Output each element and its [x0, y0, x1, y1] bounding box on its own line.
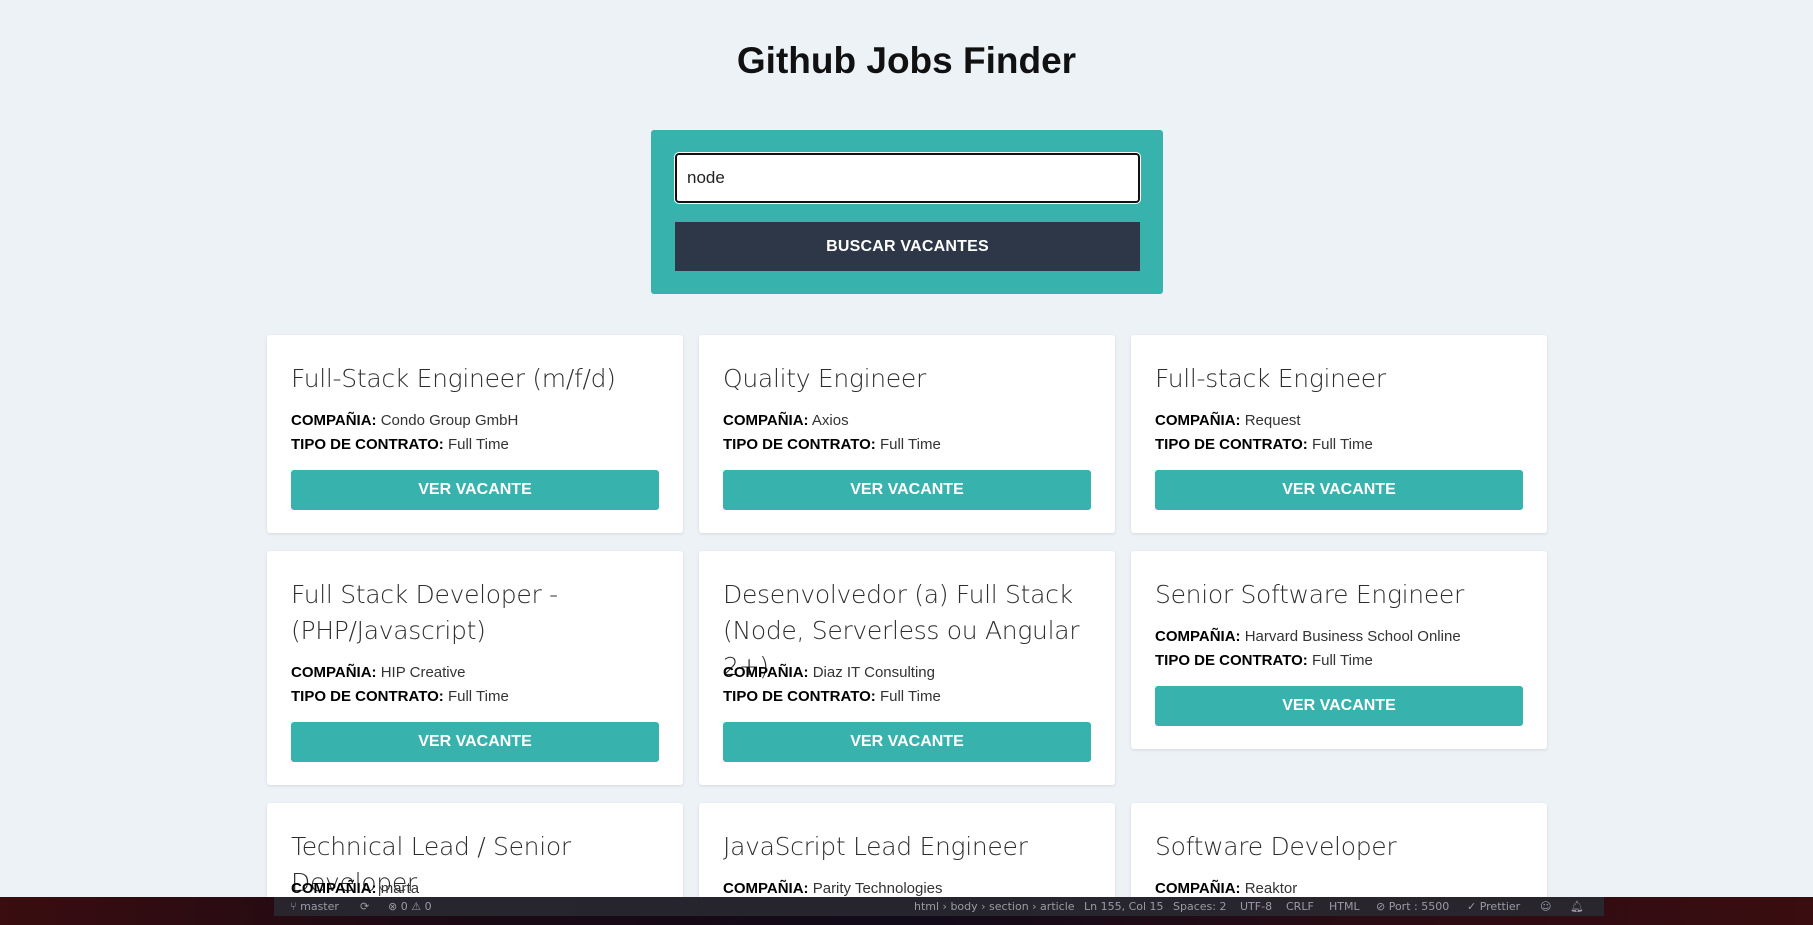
- view-job-button[interactable]: VER VACANTE: [291, 470, 659, 510]
- page: Github Jobs Finder BUSCAR VACANTES Full-…: [0, 0, 1813, 925]
- job-title: Full-stack Engineer: [1155, 364, 1386, 393]
- encoding[interactable]: UTF-8: [1240, 897, 1272, 916]
- job-title: Full Stack Developer - (PHP/Javascript): [291, 580, 558, 645]
- view-job-button[interactable]: VER VACANTE: [723, 722, 1091, 762]
- language-mode[interactable]: HTML: [1329, 897, 1360, 916]
- git-branch[interactable]: ⑂ master: [290, 897, 339, 916]
- view-job-button[interactable]: VER VACANTE: [291, 722, 659, 762]
- page-title: Github Jobs Finder: [736, 40, 1077, 81]
- job-company: COMPAÑIA: Axios: [723, 412, 849, 429]
- branch-icon: ⑂: [290, 900, 297, 913]
- status-bar-items: ⑂ master ⟳ ⊗ 0 ⚠ 0 html › body › section…: [274, 897, 1604, 916]
- bell-icon[interactable]: 🔔︎: [1570, 897, 1584, 916]
- job-contract: TIPO DE CONTRATO: Full Time: [1155, 652, 1373, 669]
- job-contract: TIPO DE CONTRATO: Full Time: [723, 436, 941, 453]
- live-server-port[interactable]: ⊘ Port : 5500: [1376, 897, 1449, 916]
- status-bar: ⑂ master ⟳ ⊗ 0 ⚠ 0 html › body › section…: [0, 897, 1813, 925]
- job-card: Full Stack Developer - (PHP/Javascript) …: [267, 551, 683, 785]
- job-title: Quality Engineer: [723, 364, 926, 393]
- job-title: JavaScript Lead Engineer: [723, 832, 1028, 861]
- sync-icon[interactable]: ⟳: [360, 897, 369, 916]
- job-title: Software Developer: [1155, 832, 1397, 861]
- job-company: COMPAÑIA: Harvard Business School Online: [1155, 628, 1461, 645]
- job-company: COMPAÑIA: Diaz IT Consulting: [723, 664, 935, 681]
- search-button[interactable]: BUSCAR VACANTES: [675, 222, 1140, 271]
- job-title: Senior Software Engineer: [1155, 580, 1464, 609]
- indentation[interactable]: Spaces: 2: [1173, 897, 1226, 916]
- job-card: Full-stack Engineer COMPAÑIA: Request TI…: [1131, 335, 1547, 533]
- job-contract: TIPO DE CONTRATO: Full Time: [291, 436, 509, 453]
- line-ending[interactable]: CRLF: [1286, 897, 1314, 916]
- cursor-position[interactable]: Ln 155, Col 15: [1084, 897, 1164, 916]
- job-contract: TIPO DE CONTRATO: Full Time: [723, 688, 941, 705]
- job-card: Full-Stack Engineer (m/f/d) COMPAÑIA: Co…: [267, 335, 683, 533]
- feedback-icon[interactable]: ☺: [1540, 897, 1551, 916]
- search-input[interactable]: [674, 152, 1141, 204]
- breadcrumb[interactable]: html › body › section › article: [914, 897, 1075, 916]
- prettier-status[interactable]: ✓ Prettier: [1467, 897, 1520, 916]
- view-job-button[interactable]: VER VACANTE: [723, 470, 1091, 510]
- search-form: BUSCAR VACANTES: [651, 130, 1163, 294]
- problems-indicator[interactable]: ⊗ 0 ⚠ 0: [388, 897, 432, 916]
- job-company: COMPAÑIA: HIP Creative: [291, 664, 466, 681]
- job-card: Senior Software Engineer COMPAÑIA: Harva…: [1131, 551, 1547, 749]
- job-company: COMPAÑIA: Request: [1155, 412, 1301, 429]
- job-contract: TIPO DE CONTRATO: Full Time: [291, 688, 509, 705]
- view-job-button[interactable]: VER VACANTE: [1155, 686, 1523, 726]
- job-contract: TIPO DE CONTRATO: Full Time: [1155, 436, 1373, 453]
- view-job-button[interactable]: VER VACANTE: [1155, 470, 1523, 510]
- job-card: Desenvolvedor (a) Full Stack (Node, Serv…: [699, 551, 1115, 785]
- job-company: COMPAÑIA: Condo Group GmbH: [291, 412, 519, 429]
- job-title: Full-Stack Engineer (m/f/d): [291, 364, 616, 393]
- job-card: Quality Engineer COMPAÑIA: Axios TIPO DE…: [699, 335, 1115, 533]
